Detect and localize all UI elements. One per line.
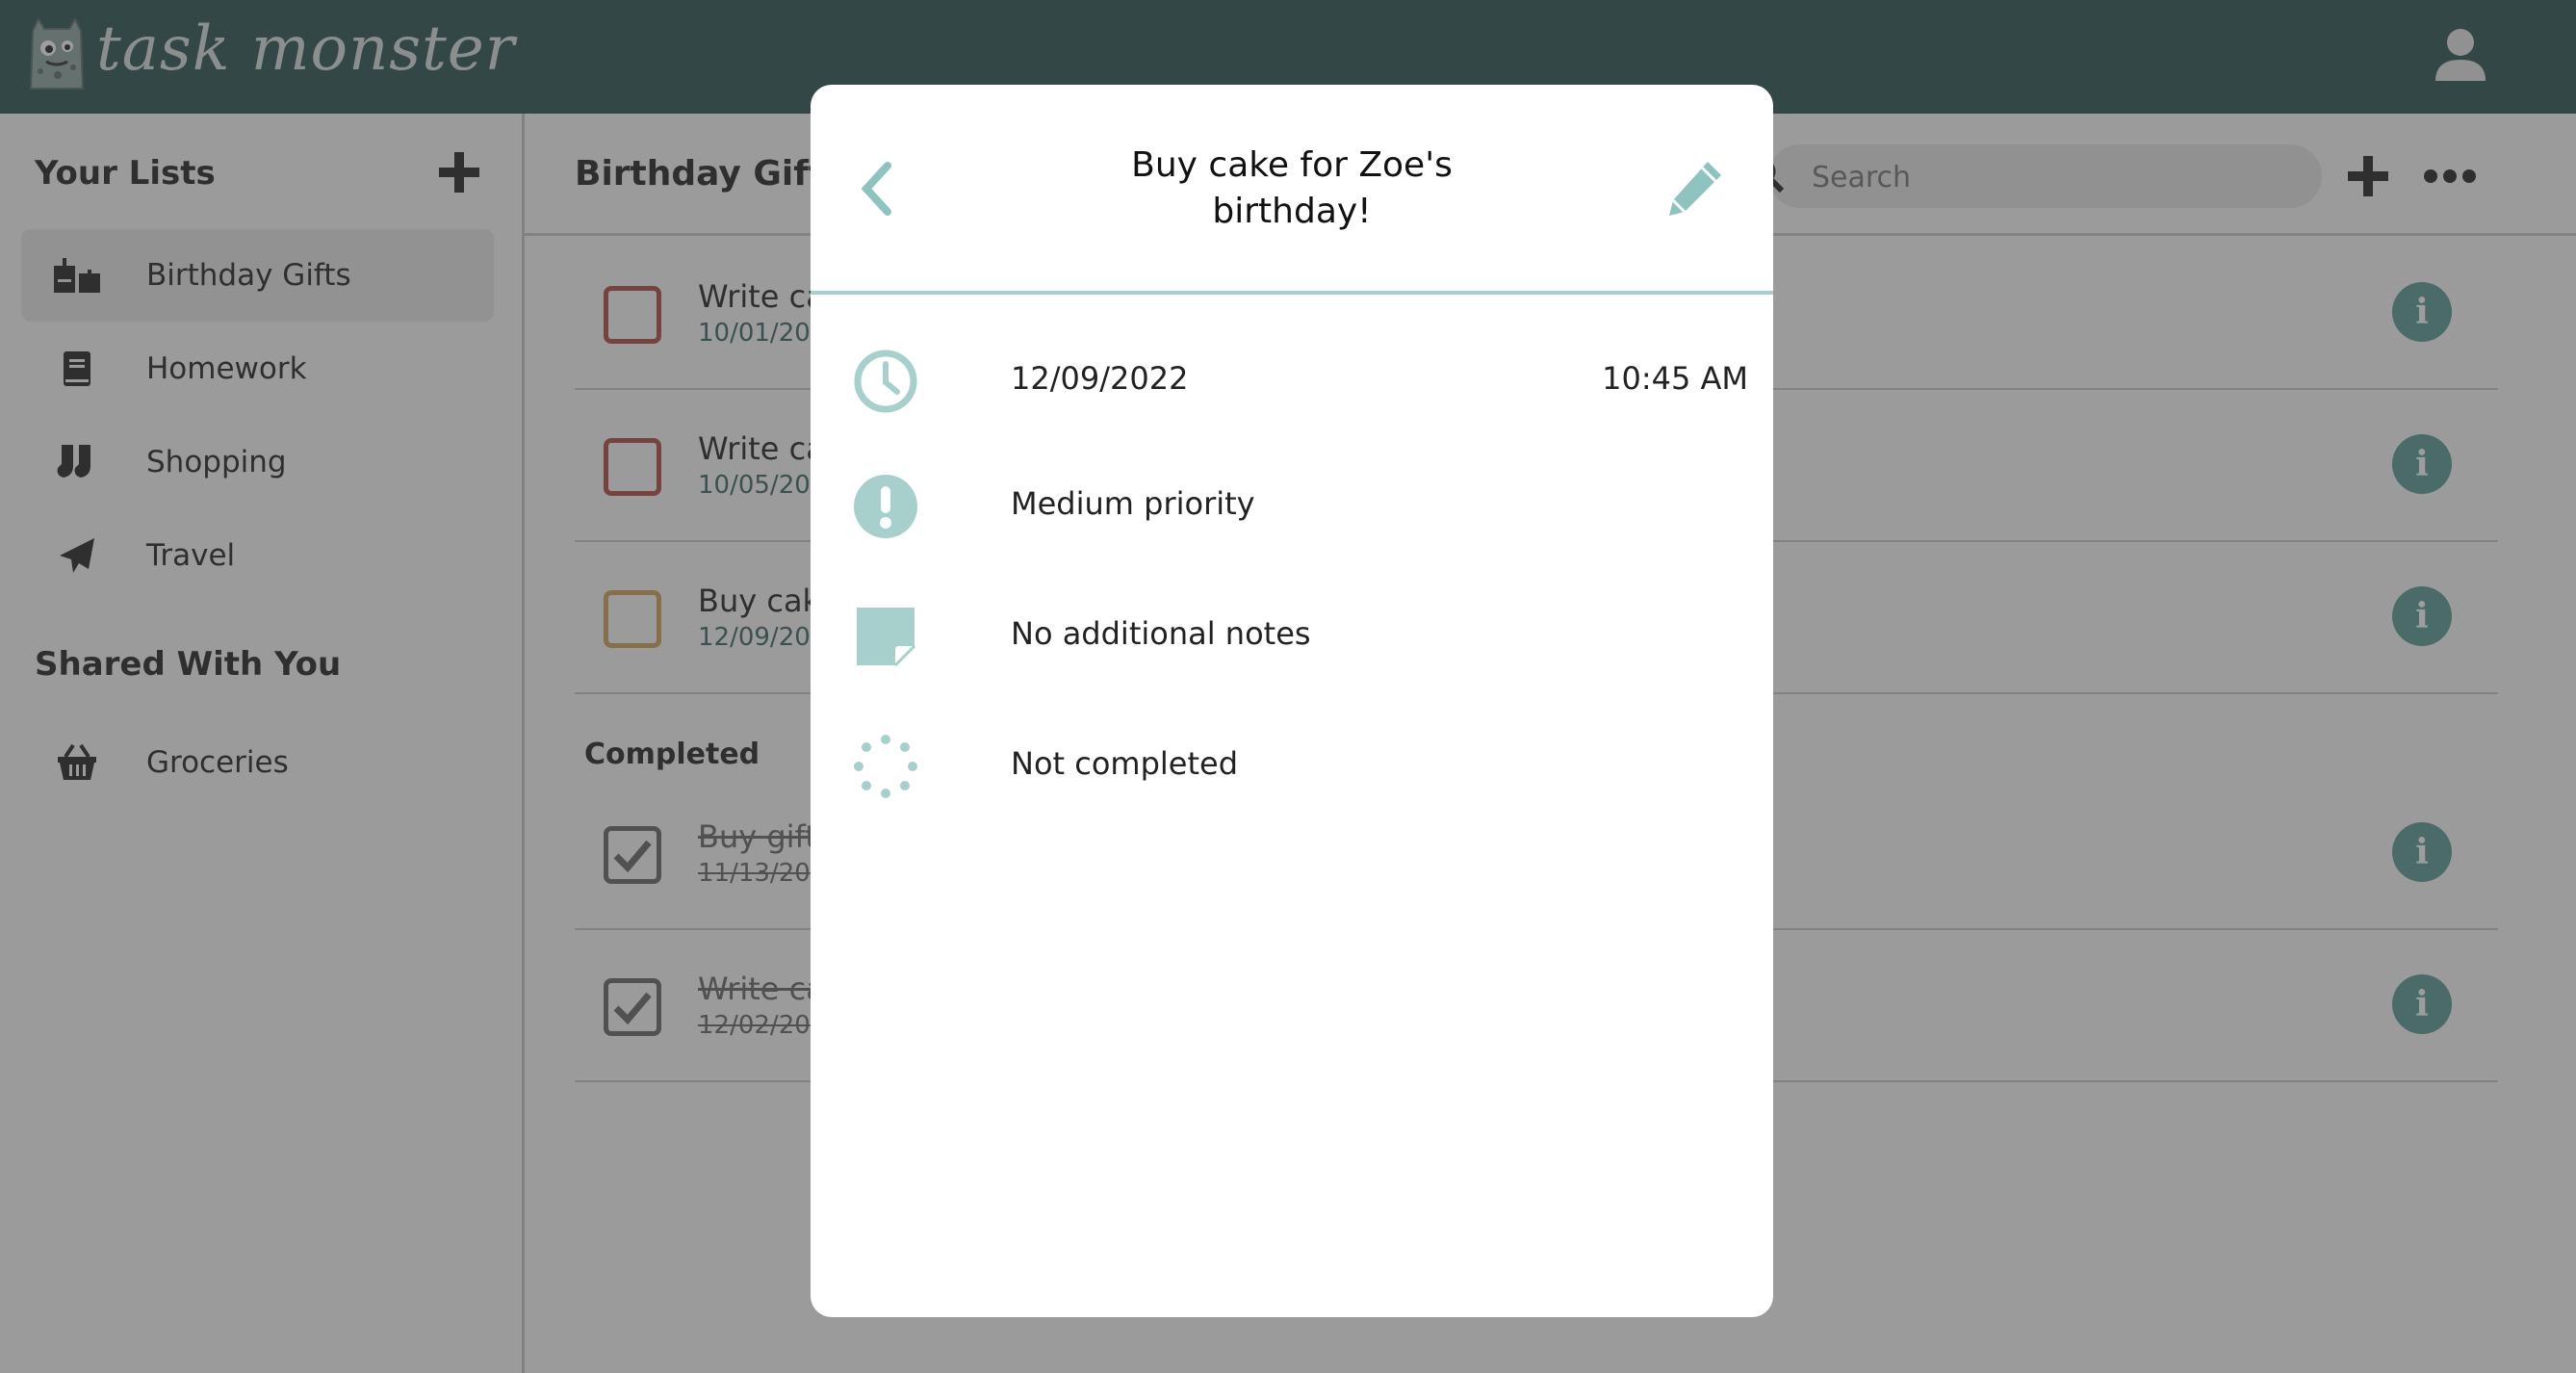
sticky-note-icon — [857, 608, 916, 667]
notes-row: No additional notes — [853, 596, 1748, 673]
task-detail-modal: Buy cake for Zoe's birthday! 12/09/2022 … — [811, 85, 1773, 1317]
status-row: Not completed — [853, 726, 1748, 803]
clock-icon — [854, 350, 917, 413]
priority-row: Medium priority — [853, 466, 1748, 543]
modal-divider — [811, 291, 1773, 295]
status-text: Not completed — [1011, 745, 1239, 782]
due-time: 10:45 AM — [1602, 360, 1748, 397]
priority-label: Medium priority — [1011, 485, 1255, 522]
back-chevron-icon[interactable] — [857, 160, 895, 218]
due-date-row: 12/09/2022 10:45 AM — [853, 341, 1748, 418]
due-date: 12/09/2022 — [1011, 360, 1189, 397]
modal-title: Buy cake for Zoe's birthday! — [1131, 145, 1453, 231]
exclamation-circle-icon — [854, 475, 917, 538]
edit-pencil-icon[interactable] — [1663, 156, 1727, 220]
spinner-icon — [854, 735, 917, 798]
notes-text: No additional notes — [1011, 615, 1311, 652]
